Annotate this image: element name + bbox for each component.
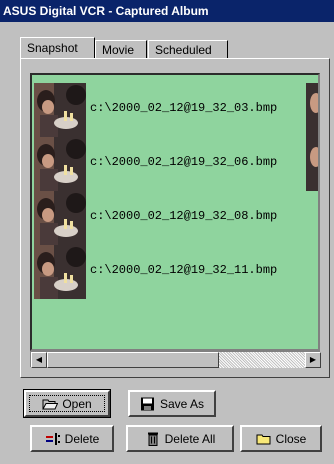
scroll-track[interactable]: [219, 352, 305, 368]
filename-label: c:\2000_02_12@19_32_03.bmp: [90, 101, 278, 115]
album-list[interactable]: c:\2000_02_12@19_32_03.bmp c:\2000_02_12…: [30, 73, 320, 351]
scroll-thumb[interactable]: [47, 352, 219, 368]
delete-icon: [45, 432, 61, 446]
thumbnail-image: [34, 191, 86, 245]
save-as-button[interactable]: Save As: [128, 390, 216, 417]
snapshot-panel: c:\2000_02_12@19_32_03.bmp c:\2000_02_12…: [20, 58, 330, 378]
thumbnail-image: [306, 137, 318, 191]
tab-scheduled[interactable]: Scheduled: [148, 40, 228, 58]
list-item[interactable]: c:\2000_02_12@19_32_03.bmp: [34, 83, 318, 137]
list-item[interactable]: c:\2000_02_12@19_32_06.bmp: [34, 137, 318, 191]
delete-button[interactable]: Delete: [30, 425, 114, 452]
filename-label: c:\2000_02_12@19_32_08.bmp: [90, 209, 278, 223]
folder-icon: [256, 432, 272, 446]
close-label: Close: [275, 431, 307, 446]
list-item[interactable]: c:\2000_02_12@19_32_11.bmp: [34, 245, 318, 299]
tab-snapshot[interactable]: Snapshot: [20, 37, 95, 58]
window-body: Snapshot Movie Scheduled c:\2000_02_12@1…: [0, 22, 334, 464]
thumbnail-image: [34, 245, 86, 299]
delete-label: Delete: [64, 431, 100, 446]
list-item[interactable]: c:\2000_02_12@19_32_08.bmp: [34, 191, 318, 245]
save-as-label: Save As: [159, 396, 205, 411]
close-button[interactable]: Close: [240, 425, 322, 452]
thumbnail-image: [306, 83, 318, 137]
thumbnail-image: [34, 83, 86, 137]
folder-open-icon: [42, 397, 59, 411]
open-label: Open: [62, 396, 92, 411]
window-title: ASUS Digital VCR - Captured Album: [0, 0, 334, 22]
filename-label: c:\2000_02_12@19_32_11.bmp: [90, 263, 278, 277]
delete-all-button[interactable]: Delete All: [126, 425, 234, 452]
scroll-right-button[interactable]: ▶: [305, 352, 321, 368]
tab-movie[interactable]: Movie: [95, 40, 147, 58]
thumbnail-image: [34, 137, 86, 191]
delete-all-label: Delete All: [164, 431, 216, 446]
trash-can-icon: [145, 432, 161, 446]
floppy-disk-icon: [140, 397, 156, 411]
scroll-left-button[interactable]: ◀: [31, 352, 47, 368]
horizontal-scrollbar[interactable]: ◀ ▶: [30, 351, 321, 368]
filename-label: c:\2000_02_12@19_32_06.bmp: [90, 155, 278, 169]
open-button[interactable]: Open: [23, 389, 111, 418]
